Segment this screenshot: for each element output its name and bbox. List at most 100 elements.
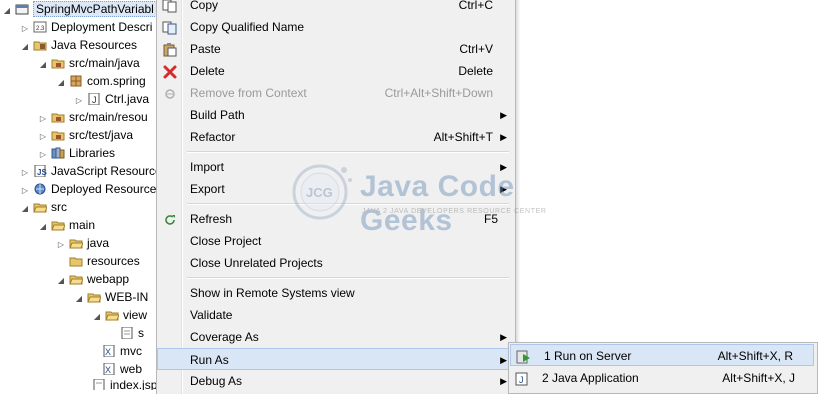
- menu-item-label: Export: [190, 182, 225, 196]
- tree-item-java-resources[interactable]: ◢ Java Resources: [20, 36, 137, 54]
- tree-item-ctrl-java[interactable]: ▷ J Ctrl.java: [74, 90, 149, 108]
- menu-item-validate[interactable]: Validate: [157, 304, 515, 326]
- tree-item-label: Deployment Descri: [51, 20, 153, 34]
- tree-item-mvc-xml[interactable]: Xmvc: [102, 342, 142, 360]
- collapse-arrow-icon[interactable]: ◢: [2, 2, 12, 20]
- tree-item-java-folder[interactable]: ▷ java: [56, 234, 109, 252]
- submenu-arrow-icon: ▶: [500, 132, 507, 142]
- menu-item-refactor[interactable]: Refactor Alt+Shift+T ▶: [157, 126, 515, 148]
- menu-item-debug-as[interactable]: Debug As ▶: [157, 370, 515, 392]
- svg-text:J: J: [519, 375, 524, 385]
- collapse-arrow-icon[interactable]: ◢: [20, 38, 30, 56]
- svg-text:2.3: 2.3: [36, 26, 45, 32]
- menu-item-shortcut: Ctrl+V: [459, 42, 493, 56]
- tree-item-javascript-resources[interactable]: ▷ JS JavaScript Resource: [20, 162, 160, 180]
- menu-item-label: Paste: [190, 42, 221, 56]
- tree-item-resources[interactable]: resources: [56, 252, 140, 270]
- copy-icon: [162, 0, 178, 13]
- collapse-arrow-icon[interactable]: ◢: [56, 74, 66, 92]
- folder-icon: [69, 237, 83, 249]
- menu-item-label: 1 Run on Server: [544, 349, 632, 363]
- tree-item-label: JavaScript Resource: [51, 164, 160, 178]
- tree-item-src[interactable]: ◢ src: [20, 198, 67, 216]
- tree-item-deployment-descriptor[interactable]: ▷ 2.3 Deployment Descri: [20, 18, 152, 36]
- collapse-arrow-icon[interactable]: ◢: [20, 200, 30, 218]
- jsp-file-icon: [120, 327, 134, 339]
- menu-item-label: 2 Java Application: [542, 371, 639, 385]
- submenu-item-run-on-server[interactable]: 1 Run on Server Alt+Shift+X, R: [510, 344, 814, 366]
- menu-item-label: Remove from Context: [190, 86, 307, 100]
- menu-item-delete[interactable]: Delete Delete: [157, 60, 515, 82]
- tree-item-views[interactable]: ◢ view: [92, 306, 147, 324]
- menu-item-label: Show in Remote Systems view: [190, 286, 355, 300]
- collapse-arrow-icon[interactable]: ◢: [38, 218, 48, 236]
- menu-item-run-as[interactable]: Run As ▶: [157, 348, 515, 370]
- tree-item-label: Ctrl.java: [105, 92, 150, 106]
- svg-text:X: X: [105, 347, 111, 357]
- tree-item-deployed-resources[interactable]: ▷ Deployed Resource: [20, 180, 156, 198]
- collapse-arrow-icon[interactable]: ◢: [92, 308, 102, 326]
- xml-file-icon: X: [102, 345, 116, 357]
- menu-item-copy[interactable]: Copy Ctrl+C: [157, 0, 515, 16]
- tree-item-label: SpringMvcPathVariabl: [33, 1, 157, 17]
- run-as-submenu: 1 Run on Server Alt+Shift+X, R J 2 Java …: [508, 342, 818, 394]
- menu-item-build-path[interactable]: Build Path ▶: [157, 104, 515, 126]
- tree-item-project[interactable]: ◢ SpringMvcPathVariabl: [2, 0, 157, 18]
- menu-separator: [187, 151, 509, 153]
- remove-from-context-icon: [162, 86, 178, 100]
- tree-item-webapp[interactable]: ◢ webapp: [56, 270, 129, 288]
- tree-item-src-main-java[interactable]: ◢ src/main/java: [38, 54, 140, 72]
- svg-text:JS: JS: [37, 168, 47, 177]
- menu-item-shortcut: Alt+Shift+X, J: [722, 371, 795, 385]
- xml-file-icon: X: [102, 363, 116, 375]
- libraries-icon: [51, 147, 65, 159]
- package-icon: [69, 75, 83, 87]
- svg-text:X: X: [105, 365, 111, 375]
- source-folder-icon: [51, 129, 65, 141]
- menu-item-label: Copy: [190, 0, 219, 12]
- deployed-resources-icon: [33, 183, 47, 195]
- menu-item-show-in-remote-systems[interactable]: Show in Remote Systems view: [157, 282, 515, 304]
- watermark-title: Java Code Geeks: [360, 170, 515, 237]
- source-folder-icon: [51, 57, 65, 69]
- collapse-arrow-icon[interactable]: ◢: [56, 272, 66, 290]
- menu-item-label: Validate: [190, 308, 233, 322]
- tree-item-label: src/test/java: [69, 128, 134, 142]
- submenu-item-java-application[interactable]: J 2 Java Application Alt+Shift+X, J: [509, 367, 815, 389]
- menu-item-copy-qualified-name[interactable]: Copy Qualified Name: [157, 16, 515, 38]
- folder-open-icon: [69, 273, 83, 285]
- collapse-arrow-icon[interactable]: ◢: [38, 56, 48, 74]
- logo-text: JCG: [306, 185, 333, 200]
- tree-item-libraries[interactable]: ▷ Libraries: [38, 144, 115, 162]
- tree-item-src-test-java[interactable]: ▷ src/test/java: [38, 126, 133, 144]
- submenu-arrow-icon: ▶: [500, 332, 507, 342]
- run-on-server-icon: [516, 349, 532, 364]
- menu-item-label: Build Path: [190, 108, 245, 122]
- tree-item-label: view: [123, 308, 148, 322]
- jsp-file-icon: [92, 379, 106, 390]
- tree-item-web-inf[interactable]: ◢ WEB-IN: [74, 288, 148, 306]
- menu-item-label: Debug As: [190, 374, 243, 388]
- tree-item-src-main-resources[interactable]: ▷ src/main/resou: [38, 108, 148, 126]
- tree-item-jsp-file[interactable]: s: [120, 324, 144, 342]
- tree-item-main[interactable]: ◢ main: [38, 216, 95, 234]
- menu-item-coverage-as[interactable]: Coverage As ▶: [157, 326, 515, 348]
- delete-icon: [162, 64, 178, 79]
- tree-item-package[interactable]: ◢ com.spring: [56, 72, 146, 90]
- copy-qualified-name-icon: [162, 20, 178, 35]
- menu-item-remove-from-context[interactable]: Remove from Context Ctrl+Alt+Shift+Down: [157, 82, 515, 104]
- tree-item-label: resources: [87, 254, 140, 268]
- collapse-arrow-icon[interactable]: ◢: [74, 290, 84, 308]
- menu-item-label: Copy Qualified Name: [190, 20, 305, 34]
- menu-separator: [187, 277, 509, 279]
- tree-item-label: Libraries: [69, 146, 116, 160]
- tree-item-label: WEB-IN: [105, 290, 149, 304]
- tree-item-label: web: [120, 362, 143, 376]
- tree-item-label: src: [51, 200, 67, 214]
- tree-item-label: main: [69, 218, 96, 232]
- tree-item-index-jsp[interactable]: index.jsp: [92, 376, 157, 390]
- tree-item-label: java: [87, 236, 110, 250]
- menu-item-close-unrelated-projects[interactable]: Close Unrelated Projects: [157, 252, 515, 274]
- source-folder-icon: [51, 111, 65, 123]
- menu-item-paste[interactable]: Paste Ctrl+V: [157, 38, 515, 60]
